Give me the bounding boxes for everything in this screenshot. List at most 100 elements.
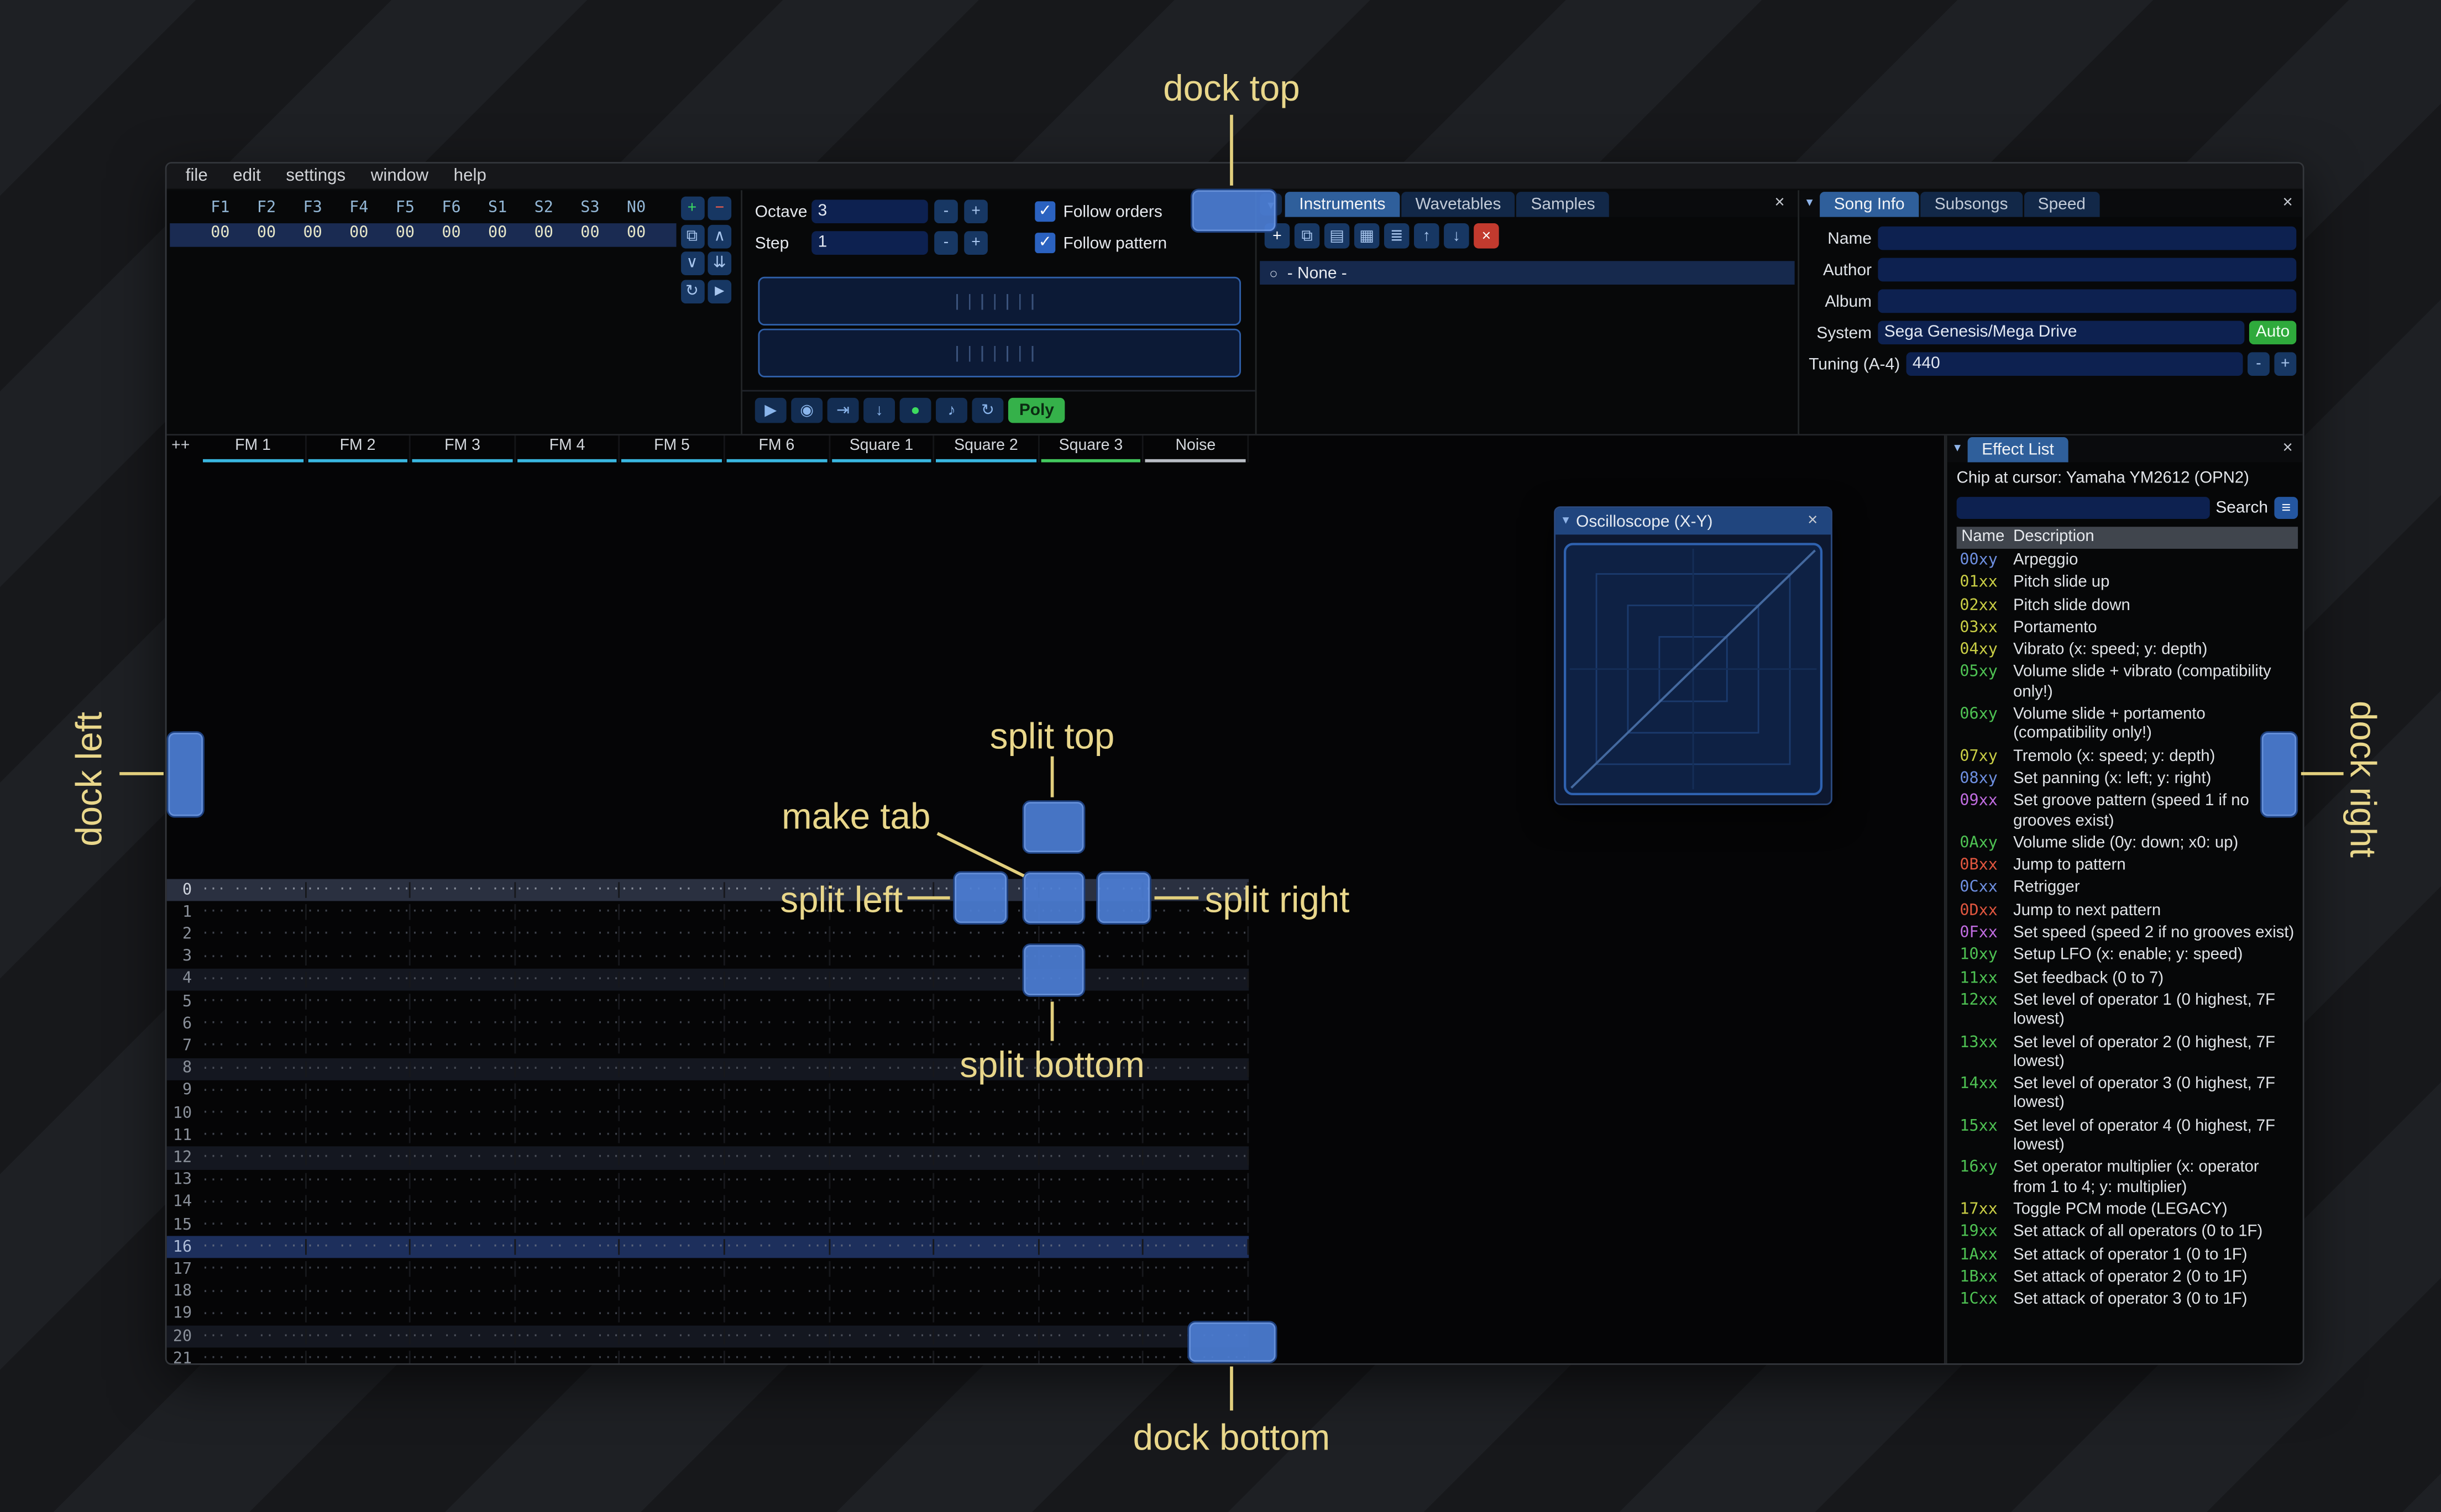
pattern-cell[interactable]: ··· ·· ·· ··· [830,1217,935,1233]
pattern-cell[interactable]: ··· ·· ·· ··· [411,1262,516,1278]
pattern-cell[interactable]: ··· ·· ·· ··· [935,1016,1040,1032]
pattern-cell[interactable]: ··· ·· ·· ··· [1144,972,1249,988]
input-author[interactable] [1878,258,2297,282]
pattern-cell[interactable]: ··· ·· ·· ··· [935,1127,1040,1144]
pattern-cell[interactable]: ··· ·· ·· ··· [935,1105,1040,1122]
pattern-cell[interactable]: ··· ·· ·· ··· [620,1195,725,1211]
delete-instrument-button[interactable]: × [1474,223,1499,249]
order-cell[interactable]: 00 [627,225,673,242]
effect-row-03xx[interactable]: 03xx Portamento [1957,618,2298,641]
pattern-cell[interactable]: ··· ·· ·· ··· [725,1351,830,1363]
follow-pattern-checkbox[interactable]: ✓ [1035,233,1056,254]
pattern-cell[interactable]: ··· ·· ·· ··· [516,972,621,988]
pattern-cell[interactable]: ··· ·· ·· ··· [306,1172,411,1189]
pattern-cell[interactable]: ··· ·· ·· ··· [1039,1195,1144,1211]
pattern-cell[interactable]: ··· ·· ·· ··· [306,1239,411,1256]
pattern-cell[interactable]: ··· ·· ·· ··· [725,1038,830,1054]
pattern-cell[interactable]: ··· ·· ·· ··· [620,1284,725,1300]
pattern-cell[interactable]: ··· ·· ·· ··· [830,1016,935,1032]
pattern-cell[interactable]: ··· ·· ·· ··· [516,1038,621,1054]
split-left-target[interactable] [953,871,1008,925]
pattern-cell[interactable]: ··· ·· ·· ··· [725,1329,830,1345]
pattern-cell[interactable]: ··· ·· ·· ··· [516,1060,621,1077]
pattern-cell[interactable]: ··· ·· ·· ··· [620,1239,725,1256]
channel-header-fm-2[interactable]: FM 2 [306,435,411,463]
pattern-cell[interactable]: ··· ·· ·· ··· [516,1083,621,1099]
pattern-cell[interactable]: ··· ·· ·· ··· [830,1105,935,1122]
menu-edit[interactable]: edit [221,164,274,190]
split-top-target[interactable] [1022,800,1086,854]
pattern-cell[interactable]: ··· ·· ·· ··· [1039,1306,1144,1322]
metronome-button[interactable]: ♪ [936,397,967,423]
pattern-cell[interactable]: ··· ·· ·· ··· [201,1262,306,1278]
pattern-cell[interactable]: ··· ·· ·· ··· [620,994,725,1010]
order-cell[interactable]: 00 [535,225,581,242]
step-decrease-button[interactable]: - [934,231,958,255]
order-cell[interactable]: 00 [349,225,396,242]
pattern-cell[interactable]: ··· ·· ·· ··· [411,1284,516,1300]
pattern-cell[interactable]: ··· ·· ·· ··· [1144,1016,1249,1032]
pattern-cell[interactable]: ··· ·· ·· ··· [830,1195,935,1211]
pattern-cell[interactable]: ··· ·· ·· ··· [620,1105,725,1122]
pattern-cell[interactable]: ··· ·· ·· ··· [1039,1217,1144,1233]
channel-header-square-2[interactable]: Square 2 [935,435,1040,463]
pattern-cell[interactable]: ··· ·· ·· ··· [830,1060,935,1077]
pattern-cell[interactable]: ··· ·· ·· ··· [725,1284,830,1300]
pattern-cell[interactable]: ··· ·· ·· ··· [725,1150,830,1166]
pattern-cell[interactable]: ··· ·· ·· ··· [830,1239,935,1256]
pattern-cell[interactable]: ··· ·· ·· ··· [516,1016,621,1032]
pattern-cell[interactable]: ··· ·· ·· ··· [411,1195,516,1211]
pattern-cell[interactable]: ··· ·· ·· ··· [306,1262,411,1278]
split-bottom-target[interactable] [1022,943,1086,997]
channel-header-fm-5[interactable]: FM 5 [620,435,725,463]
effect-row-12xx[interactable]: 12xx Set level of operator 1 (0 highest, … [1957,990,2298,1032]
pattern-cell[interactable]: ··· ·· ·· ··· [1144,994,1249,1010]
pattern-cell[interactable]: ··· ·· ·· ··· [620,1306,725,1322]
tab-speed[interactable]: Speed [2024,192,2100,217]
pattern-cell[interactable]: ··· ·· ·· ··· [830,1262,935,1278]
effect-row-16xy[interactable]: 16xy Set operator multiplier (x: operator… [1957,1158,2298,1200]
pattern-cell[interactable]: ··· ·· ·· ··· [1039,1239,1144,1256]
piano-lower-octaves[interactable] [758,328,1242,377]
instruments-close-icon[interactable]: × [1769,193,1790,214]
pattern-cell[interactable]: ··· ·· ·· ··· [935,1172,1040,1189]
effect-list-close-icon[interactable]: × [2277,439,2298,459]
order-cell[interactable]: 00 [488,225,535,242]
pattern-cell[interactable]: ··· ·· ·· ··· [725,1195,830,1211]
pattern-cell[interactable]: ··· ·· ·· ··· [201,1105,306,1122]
effect-row-09xx[interactable]: 09xx Set groove pattern (speed 1 if no gr… [1957,791,2298,833]
channel-header-square-3[interactable]: Square 3 [1039,435,1144,463]
order-cell[interactable]: 00 [257,225,303,242]
dock-top-target[interactable] [1190,188,1277,233]
pattern-cell[interactable]: ··· ·· ·· ··· [620,972,725,988]
pattern-cell[interactable]: ··· ·· ·· ··· [725,1083,830,1099]
pattern-cell[interactable]: ··· ·· ·· ··· [620,1172,725,1189]
song-info-close-icon[interactable]: × [2277,193,2298,214]
tab-subsongs[interactable]: Subsongs [1920,192,2023,217]
effect-row-1Axx[interactable]: 1Axx Set attack of operator 1 (0 to 1F) [1957,1245,2298,1267]
dock-left-target[interactable] [166,731,205,818]
pattern-cell[interactable]: ··· ·· ·· ··· [620,1351,725,1363]
pattern-cell[interactable]: ··· ·· ·· ··· [516,1351,621,1363]
pattern-cell[interactable]: ··· ·· ·· ··· [411,1351,516,1363]
channel-header-fm-6[interactable]: FM 6 [725,435,830,463]
order-loop-button[interactable]: ↻ [680,279,704,303]
pattern-cell[interactable]: ··· ·· ·· ··· [411,1038,516,1054]
open-instrument-button[interactable]: ▤ [1324,223,1350,249]
move-instrument-down-button[interactable]: ↓ [1444,223,1469,249]
pattern-cell[interactable]: ··· ·· ·· ··· [935,1150,1040,1166]
pattern-cell[interactable]: ··· ·· ·· ··· [516,1150,621,1166]
pattern-cell[interactable]: ··· ·· ·· ··· [1039,1284,1144,1300]
pattern-cell[interactable]: ··· ·· ·· ··· [830,994,935,1010]
pattern-cell[interactable]: ··· ·· ·· ··· [201,1083,306,1099]
pattern-cell[interactable]: ··· ·· ·· ··· [411,1127,516,1144]
pattern-cell[interactable]: ··· ·· ·· ··· [411,1306,516,1322]
dock-bottom-target[interactable] [1187,1321,1277,1363]
pattern-cell[interactable]: ··· ·· ·· ··· [935,1306,1040,1322]
pattern-cell[interactable]: ··· ·· ·· ··· [830,1150,935,1166]
channel-header-fm-4[interactable]: FM 4 [516,435,621,463]
pattern-cell[interactable]: ··· ·· ·· ··· [620,949,725,965]
tab-wavetables[interactable]: Wavetables [1401,192,1516,217]
order-edit-mode-button[interactable]: ► [708,279,732,303]
pattern-cell[interactable]: ··· ·· ·· ··· [1039,927,1144,943]
